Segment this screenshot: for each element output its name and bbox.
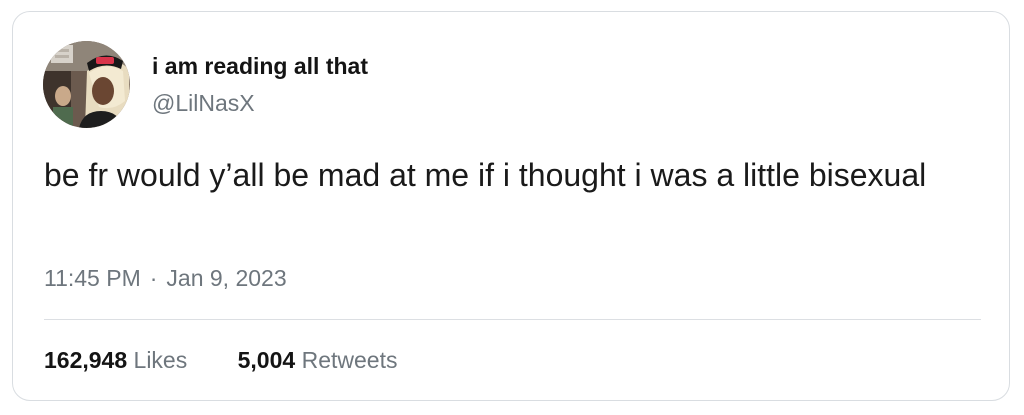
tweet-card: i am reading all that @LilNasX be fr wou… <box>12 11 1010 401</box>
likes-stat[interactable]: 162,948 Likes <box>44 347 187 374</box>
retweets-label: Retweets <box>301 347 398 373</box>
tweet-timestamp[interactable]: 11:45 PM · Jan 9, 2023 <box>44 265 287 292</box>
author-handle[interactable]: @LilNasX <box>152 90 255 117</box>
divider <box>44 319 981 320</box>
tweet-time: 11:45 PM <box>44 265 141 291</box>
tweet-date: Jan 9, 2023 <box>166 265 287 291</box>
likes-label: Likes <box>133 347 188 373</box>
avatar[interactable] <box>43 41 130 128</box>
tweet-text: be fr would y’all be mad at me if i thou… <box>44 157 927 193</box>
likes-count: 162,948 <box>44 347 128 373</box>
tweet-stats: 162,948 Likes 5,004 Retweets <box>44 347 441 374</box>
retweets-stat[interactable]: 5,004 Retweets <box>238 347 398 374</box>
profile-photo-icon <box>43 41 130 128</box>
retweets-count: 5,004 <box>237 347 296 373</box>
author-display-name[interactable]: i am reading all that <box>152 53 368 80</box>
separator-dot: · <box>149 265 158 291</box>
